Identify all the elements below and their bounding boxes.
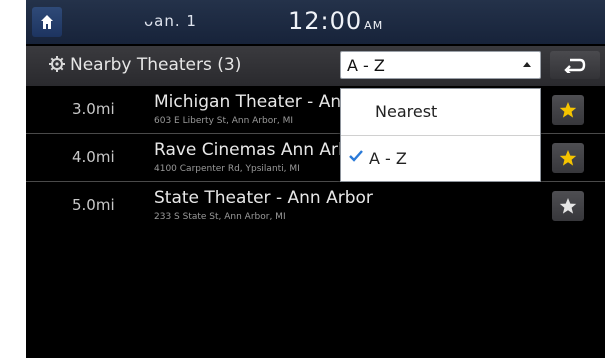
sort-selected-value: A - Z: [347, 56, 385, 75]
favorite-button[interactable]: [552, 95, 584, 125]
clock-time: 12:00: [288, 7, 363, 35]
head-unit-screen: ᴗan. 1 12:00 AM Nearby Theaters (3) A - Z: [26, 0, 605, 358]
theater-distance: 3.0mi: [72, 100, 115, 118]
home-button[interactable]: [32, 7, 62, 37]
back-icon: [564, 58, 586, 73]
check-icon: [349, 150, 363, 162]
favorite-button[interactable]: [552, 143, 584, 173]
sort-option-label: Nearest: [375, 102, 438, 121]
theater-distance: 4.0mi: [72, 148, 115, 166]
theater-row[interactable]: 5.0mi State Theater - Ann Arbor 233 S Stat…: [26, 184, 605, 230]
signal-label: ᴗan. 1: [144, 12, 197, 30]
sort-dropdown[interactable]: A - Z: [340, 51, 541, 79]
star-icon: [559, 150, 577, 166]
sort-option-nearest[interactable]: Nearest: [341, 89, 540, 135]
title-bar: Nearby Theaters (3) A - Z: [26, 46, 605, 86]
theater-address: 233 S State St, Ann Arbor, MI: [154, 212, 286, 222]
theater-distance: 5.0mi: [72, 196, 115, 214]
clock: 12:00 AM: [288, 7, 383, 35]
sort-options-menu: Nearest A - Z: [340, 88, 541, 182]
back-button[interactable]: [550, 51, 600, 79]
star-icon: [559, 102, 577, 118]
theater-icon: [49, 56, 65, 72]
caret-up-icon: [523, 62, 531, 67]
theater-name: Rave Cinemas Ann Arbor: [154, 140, 367, 160]
page-title: Nearby Theaters (3): [70, 55, 242, 75]
clock-ampm: AM: [364, 19, 384, 32]
sort-option-a-z[interactable]: A - Z: [341, 136, 540, 182]
theater-name: State Theater - Ann Arbor: [154, 188, 373, 208]
theater-address: 603 E Liberty St, Ann Arbor, MI: [154, 116, 294, 126]
favorite-button[interactable]: [552, 191, 584, 221]
theater-address: 4100 Carpenter Rd, Ypsilanti, MI: [154, 164, 300, 174]
sort-option-label: A - Z: [369, 149, 407, 168]
status-bar: ᴗan. 1 12:00 AM: [26, 0, 605, 44]
star-icon: [559, 198, 577, 214]
home-icon: [41, 15, 53, 29]
